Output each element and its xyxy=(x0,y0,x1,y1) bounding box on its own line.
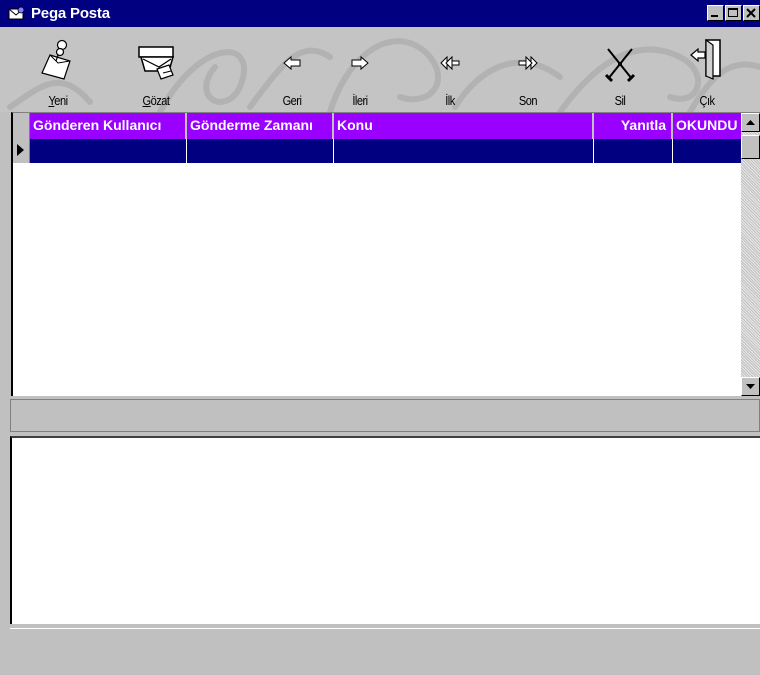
status-bar xyxy=(10,628,760,675)
row-indicator xyxy=(13,139,30,163)
table-cell[interactable] xyxy=(594,139,673,163)
table-cell[interactable] xyxy=(187,139,334,163)
toolbar-back-button[interactable]: Geri xyxy=(262,27,322,112)
grid-header-indicator xyxy=(13,113,30,139)
last-record-icon xyxy=(518,55,538,71)
arrow-left-icon xyxy=(283,55,301,71)
toolbar-first-label: İlk xyxy=(445,93,455,108)
toolbar-exit-button[interactable]: Çık xyxy=(677,27,737,112)
messages-grid[interactable]: Gönderen Kullanıcı Gönderme Zamanı Konu … xyxy=(11,112,760,396)
close-icon xyxy=(746,8,756,18)
toolbar-delete-button[interactable]: Sil xyxy=(590,27,650,112)
minimize-icon xyxy=(711,15,718,17)
column-header-sender[interactable]: Gönderen Kullanıcı xyxy=(30,113,187,139)
toolbar-forward-label: İleri xyxy=(352,93,368,108)
table-cell[interactable] xyxy=(673,139,742,163)
maximize-icon xyxy=(728,8,738,17)
exit-door-icon xyxy=(690,38,721,80)
first-record-icon xyxy=(440,55,460,71)
delete-icon xyxy=(604,48,636,83)
arrow-right-icon xyxy=(351,55,369,71)
scrollbar-thumb[interactable] xyxy=(741,135,760,159)
main-window: Pega Posta Yeni Gözat Geri İleri İlk Son… xyxy=(0,0,760,675)
current-row-pointer-icon xyxy=(17,144,24,156)
toolbar: Yeni Gözat Geri İleri İlk Son Sil Çık xyxy=(0,27,760,112)
scrollbar-track[interactable] xyxy=(741,132,760,377)
app-mail-icon[interactable] xyxy=(7,5,27,23)
toolbar-browse-label-rest: özat xyxy=(150,93,170,108)
column-header-subject[interactable]: Konu xyxy=(334,113,594,139)
toolbar-last-button[interactable]: Son xyxy=(498,27,558,112)
title-bar[interactable]: Pega Posta xyxy=(0,0,760,27)
grid-header: Gönderen Kullanıcı Gönderme Zamanı Konu … xyxy=(13,113,742,139)
scroll-down-button[interactable] xyxy=(741,377,760,396)
new-mail-icon xyxy=(41,39,71,80)
toolbar-forward-button[interactable]: İleri xyxy=(330,27,390,112)
maximize-button[interactable] xyxy=(725,5,742,21)
table-row[interactable] xyxy=(13,139,742,163)
toolbar-browse-accel: G xyxy=(142,93,152,108)
table-cell[interactable] xyxy=(334,139,594,163)
column-header-reply[interactable]: Yanıtla xyxy=(594,113,673,139)
toolbar-first-button[interactable]: İlk xyxy=(420,27,480,112)
toolbar-new-label-rest: eni xyxy=(54,93,68,108)
arrow-up-icon xyxy=(746,120,755,125)
toolbar-new-button[interactable]: Yeni xyxy=(28,27,88,112)
message-body-area[interactable] xyxy=(10,436,760,624)
scroll-up-button[interactable] xyxy=(741,113,760,132)
browse-mail-icon xyxy=(138,46,174,80)
column-header-send-time[interactable]: Gönderme Zamanı xyxy=(187,113,334,139)
window-title: Pega Posta xyxy=(31,5,110,22)
toolbar-last-label: Son xyxy=(518,93,538,108)
toolbar-back-label: Geri xyxy=(282,93,302,108)
minimize-button[interactable] xyxy=(707,5,724,21)
toolbar-exit-label: Çık xyxy=(699,93,715,108)
column-header-read[interactable]: OKUNDU xyxy=(673,113,742,139)
grid-vertical-scrollbar[interactable] xyxy=(741,113,760,396)
arrow-down-icon xyxy=(746,384,755,389)
close-button[interactable] xyxy=(743,5,760,21)
toolbar-delete-label: Sil xyxy=(614,93,626,108)
toolbar-browse-button[interactable]: Gözat xyxy=(126,27,186,112)
table-cell[interactable] xyxy=(30,139,187,163)
splitter-bar[interactable] xyxy=(10,399,760,432)
